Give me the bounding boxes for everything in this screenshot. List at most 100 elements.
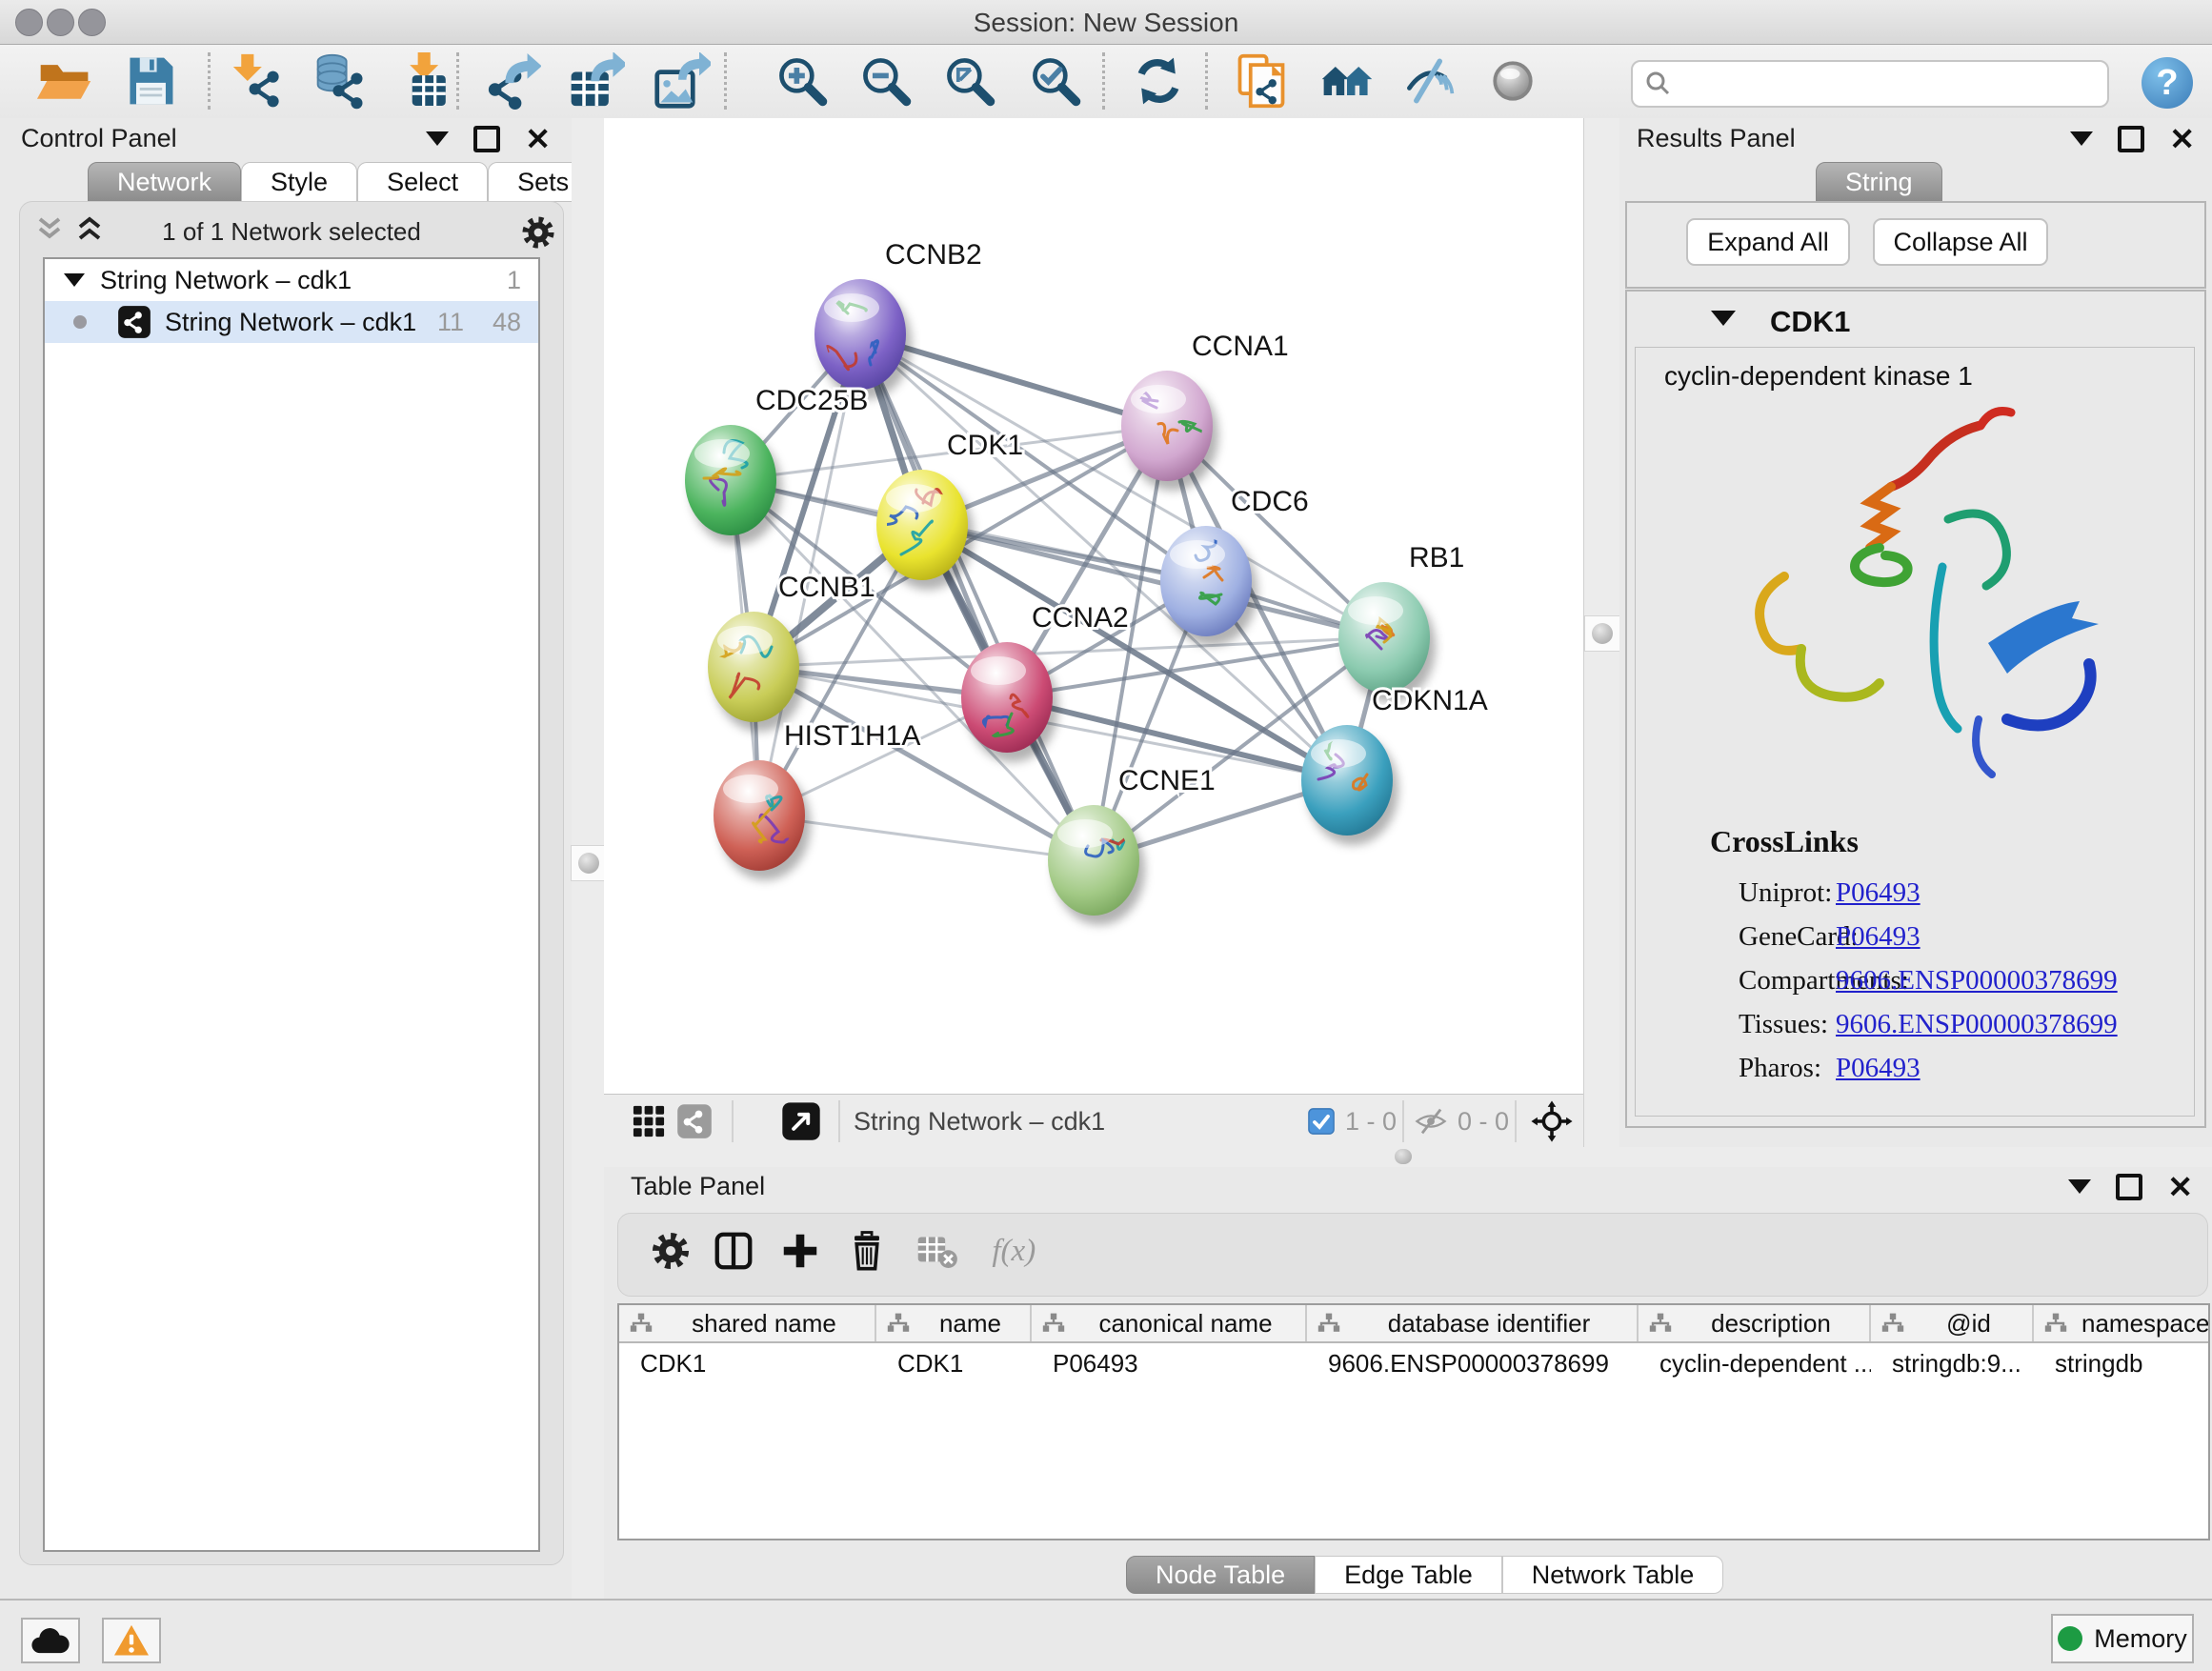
panel-minimize-icon[interactable] (2070, 131, 2093, 146)
tab-network[interactable]: Network (88, 162, 241, 202)
search-input[interactable] (1673, 64, 2107, 104)
delete-column-icon[interactable] (845, 1229, 895, 1278)
search-icon (1644, 70, 1673, 98)
network-node-CCNB1[interactable] (708, 612, 805, 732)
node-label-CCNB2: CCNB2 (885, 239, 982, 271)
grid-mode-icon[interactable] (631, 1103, 667, 1144)
string-protein-query-icon[interactable] (1233, 52, 1290, 110)
string-home-icon[interactable] (1318, 52, 1376, 110)
network-options-gear-icon[interactable] (519, 213, 557, 256)
tab-style[interactable]: Style (241, 162, 357, 202)
crosslink-link[interactable]: 9606.ENSP00000378699 (1836, 965, 2118, 997)
network-node-CCNB2[interactable] (814, 279, 912, 399)
tab-string[interactable]: String (1816, 162, 1942, 202)
table-cell[interactable]: P06493 (1032, 1343, 1307, 1383)
table-tabs: Node TableEdge TableNetwork Table (1126, 1556, 1723, 1594)
column-header-database-identifier[interactable]: database identifier (1307, 1305, 1639, 1341)
panel-close-icon[interactable]: ✕ (2169, 130, 2195, 149)
network-node-CCNA1[interactable] (1121, 371, 1218, 491)
network-canvas[interactable]: CCNB2CCNA1CDC25BCDK1CDC6RB1CCNB1CCNA2CDK… (604, 118, 1584, 1094)
zoom-in-icon[interactable] (774, 52, 831, 110)
network-edge[interactable] (860, 334, 1094, 860)
panel-minimize-icon[interactable] (426, 131, 449, 146)
crosslink-link[interactable]: P06493 (1836, 921, 1920, 953)
network-node-HIST1H1A[interactable] (714, 760, 811, 880)
network-node-CDKN1A[interactable] (1301, 725, 1398, 845)
cloud-status-button[interactable] (21, 1618, 80, 1663)
left-splitter-handle[interactable] (571, 845, 607, 881)
network-node-CDC6[interactable] (1160, 526, 1257, 646)
zoom-fit-icon[interactable] (941, 52, 998, 110)
collapse-all-button[interactable]: Collapse All (1873, 218, 2048, 266)
table-row[interactable]: CDK1CDK1P064939606.ENSP00000378699cyclin… (619, 1343, 2210, 1383)
expand-all-button[interactable]: Expand All (1686, 218, 1850, 266)
import-table-icon[interactable] (398, 52, 455, 110)
tab-node-table[interactable]: Node Table (1126, 1556, 1315, 1594)
tab-edge-table[interactable]: Edge Table (1315, 1556, 1502, 1594)
panel-float-icon[interactable] (2116, 1174, 2142, 1200)
table-cell[interactable]: CDK1 (876, 1343, 1032, 1383)
import-network-file-icon[interactable] (231, 52, 288, 110)
warnings-button[interactable] (102, 1618, 161, 1663)
bottom-splitter-handle[interactable] (1395, 1149, 1412, 1164)
save-session-icon[interactable] (122, 52, 179, 110)
detach-view-icon[interactable] (781, 1101, 821, 1146)
crosslink-row: Compartments:9606.ENSP00000378699 (1739, 965, 2177, 997)
panel-float-icon[interactable] (473, 126, 500, 152)
panel-float-icon[interactable] (2118, 126, 2144, 152)
network-row[interactable]: String Network – cdk1 11 48 (45, 301, 538, 343)
column-header-canonical-name[interactable]: canonical name (1032, 1305, 1307, 1341)
export-table-icon[interactable] (568, 52, 625, 110)
network-collection-row[interactable]: String Network – cdk1 1 (45, 259, 538, 301)
table-cell[interactable]: cyclin-dependent ... (1639, 1343, 1871, 1383)
add-column-icon[interactable] (778, 1229, 828, 1278)
open-session-icon[interactable] (36, 52, 93, 110)
tab-select[interactable]: Select (357, 162, 488, 202)
table-cell[interactable]: 9606.ENSP00000378699 (1307, 1343, 1639, 1383)
results-button-box: Expand All Collapse All (1625, 201, 2206, 289)
column-header-name[interactable]: name (876, 1305, 1032, 1341)
crosslink-link[interactable]: P06493 (1836, 1053, 1920, 1084)
network-type-icon[interactable] (676, 1103, 713, 1144)
panel-close-icon[interactable]: ✕ (525, 130, 551, 149)
zoom-out-icon[interactable] (857, 52, 915, 110)
string-network-icon (117, 305, 151, 339)
collection-disclosure-icon[interactable] (64, 273, 85, 287)
network-node-CDC25B[interactable] (685, 425, 782, 545)
network-node-CCNA2[interactable] (961, 642, 1058, 762)
memory-button[interactable]: Memory (2051, 1614, 2194, 1663)
table-cell[interactable]: CDK1 (619, 1343, 876, 1383)
crosslink-link[interactable]: 9606.ENSP00000378699 (1836, 1009, 2118, 1040)
panel-close-icon[interactable]: ✕ (2167, 1178, 2193, 1197)
export-network-icon[interactable] (484, 52, 541, 110)
fit-selected-crosshair-icon[interactable] (1530, 1099, 1574, 1148)
node-label-CCNA2: CCNA2 (1032, 602, 1129, 634)
help-button[interactable]: ? (2142, 57, 2193, 109)
column-header-description[interactable]: description (1639, 1305, 1871, 1341)
gene-disclosure-icon[interactable] (1711, 311, 1736, 326)
export-image-icon[interactable] (654, 52, 711, 110)
tab-network-table[interactable]: Network Table (1502, 1556, 1724, 1594)
crosslink-link[interactable]: P06493 (1836, 877, 1920, 909)
columns-icon[interactable] (712, 1229, 761, 1278)
show-graphics-details-icon[interactable] (1400, 52, 1458, 110)
network-node-CDK1[interactable] (876, 470, 974, 590)
network-node-CCNE1[interactable] (1048, 805, 1145, 925)
panel-minimize-icon[interactable] (2068, 1179, 2091, 1194)
refresh-layout-icon[interactable] (1130, 52, 1187, 110)
birds-eye-view-icon[interactable] (1484, 52, 1541, 110)
node-label-CCNA1: CCNA1 (1192, 331, 1289, 362)
search-field[interactable] (1631, 60, 2109, 108)
table-cell[interactable]: stringdb:9... (1871, 1343, 2034, 1383)
right-splitter-handle[interactable] (1584, 615, 1620, 652)
selected-checkbox-icon[interactable] (1307, 1107, 1336, 1140)
zoom-selected-icon[interactable] (1027, 52, 1084, 110)
control-panel-tabs: NetworkStyleSelectSets (88, 162, 598, 202)
control-panel: Control Panel ✕ NetworkStyleSelectSets 1… (0, 118, 572, 1599)
column-header-namespace[interactable]: namespace (2034, 1305, 2210, 1341)
table-cell[interactable]: stringdb (2034, 1343, 2210, 1383)
gear-icon[interactable] (649, 1229, 698, 1278)
column-header-shared-name[interactable]: shared name (619, 1305, 876, 1341)
import-network-database-icon[interactable] (312, 52, 370, 110)
column-header--id[interactable]: @id (1871, 1305, 2034, 1341)
